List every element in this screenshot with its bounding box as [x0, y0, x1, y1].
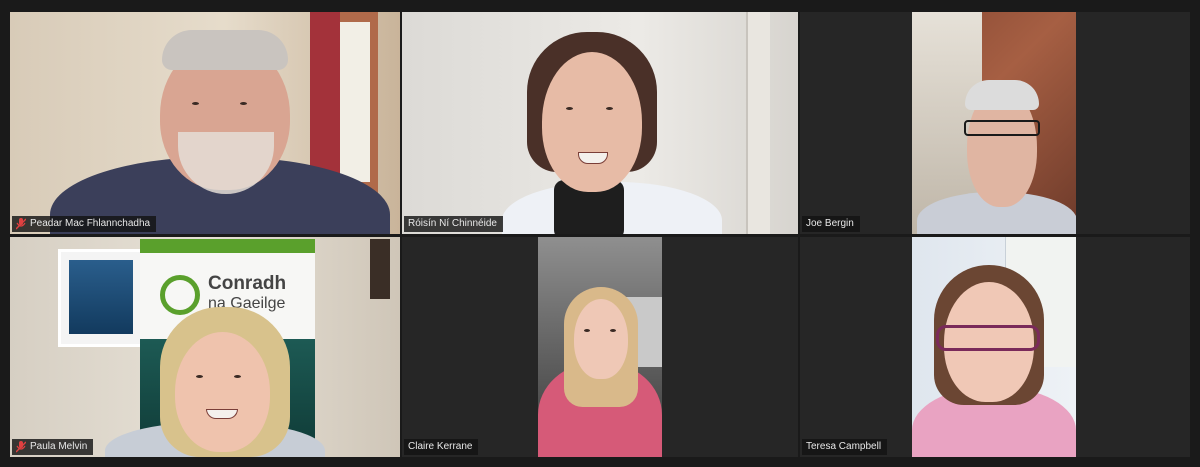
participant-name-tag: Róisín Ní Chinnéide — [404, 216, 503, 232]
curtain — [310, 12, 340, 182]
mic-muted-icon — [15, 441, 27, 453]
participant-name-tag: Paula Melvin — [12, 439, 94, 455]
participant-video — [10, 12, 400, 234]
participant-name: Joe Bergin — [806, 218, 854, 229]
person-hair — [162, 30, 288, 70]
person-head — [175, 332, 270, 452]
wall-frame — [370, 239, 390, 299]
participant-tile-claire[interactable]: Claire Kerrane — [402, 237, 798, 457]
participant-name-tag: Joe Bergin — [802, 216, 860, 232]
person-eye — [240, 102, 247, 105]
poster-art — [69, 260, 133, 334]
participant-video — [402, 12, 798, 234]
participant-tile-paula[interactable]: Conradh na Gaeilge Paula Melvin — [10, 237, 400, 457]
person-head — [574, 299, 628, 379]
participant-video — [538, 237, 662, 457]
participant-name: Claire Kerrane — [408, 441, 473, 452]
glasses-icon — [936, 325, 1040, 351]
participant-video: Conradh na Gaeilge — [10, 237, 400, 457]
participant-tile-joe[interactable]: Joe Bergin — [800, 12, 1190, 234]
participant-video — [912, 12, 1076, 234]
participant-name: Paula Melvin — [30, 441, 88, 452]
glasses-icon — [964, 120, 1040, 136]
participant-name: Róisín Ní Chinnéide — [408, 218, 497, 229]
door-frame — [746, 12, 770, 234]
person-head — [542, 52, 642, 192]
participant-name: Teresa Campbell — [806, 441, 882, 452]
mic-muted-icon — [15, 218, 27, 230]
person-eye — [192, 102, 199, 105]
banner-green-stripe — [140, 239, 315, 253]
participant-name-tag: Claire Kerrane — [404, 439, 479, 455]
person-mouth — [578, 152, 608, 164]
banner-logo-icon — [160, 275, 200, 315]
person-eye — [566, 107, 573, 110]
participant-video — [912, 237, 1076, 457]
participant-name-tag: Peadar Mac Fhlannchadha — [12, 216, 157, 232]
banner-title-line1: Conradh — [208, 273, 287, 294]
person-hair — [965, 80, 1039, 110]
participant-tile-roisin[interactable]: Róisín Ní Chinnéide — [402, 12, 798, 234]
person-eye — [606, 107, 613, 110]
participant-name: Peadar Mac Fhlannchadha — [30, 218, 151, 229]
person-eye — [234, 375, 241, 378]
wall-poster — [58, 249, 144, 347]
participant-name-tag: Teresa Campbell — [802, 439, 888, 455]
participant-tile-teresa[interactable]: Teresa Campbell — [800, 237, 1190, 457]
person-mouth — [206, 409, 238, 419]
person-eye — [584, 329, 590, 332]
person-eye — [196, 375, 203, 378]
participant-tile-peadar[interactable]: Peadar Mac Fhlannchadha — [10, 12, 400, 234]
person-eye — [610, 329, 616, 332]
